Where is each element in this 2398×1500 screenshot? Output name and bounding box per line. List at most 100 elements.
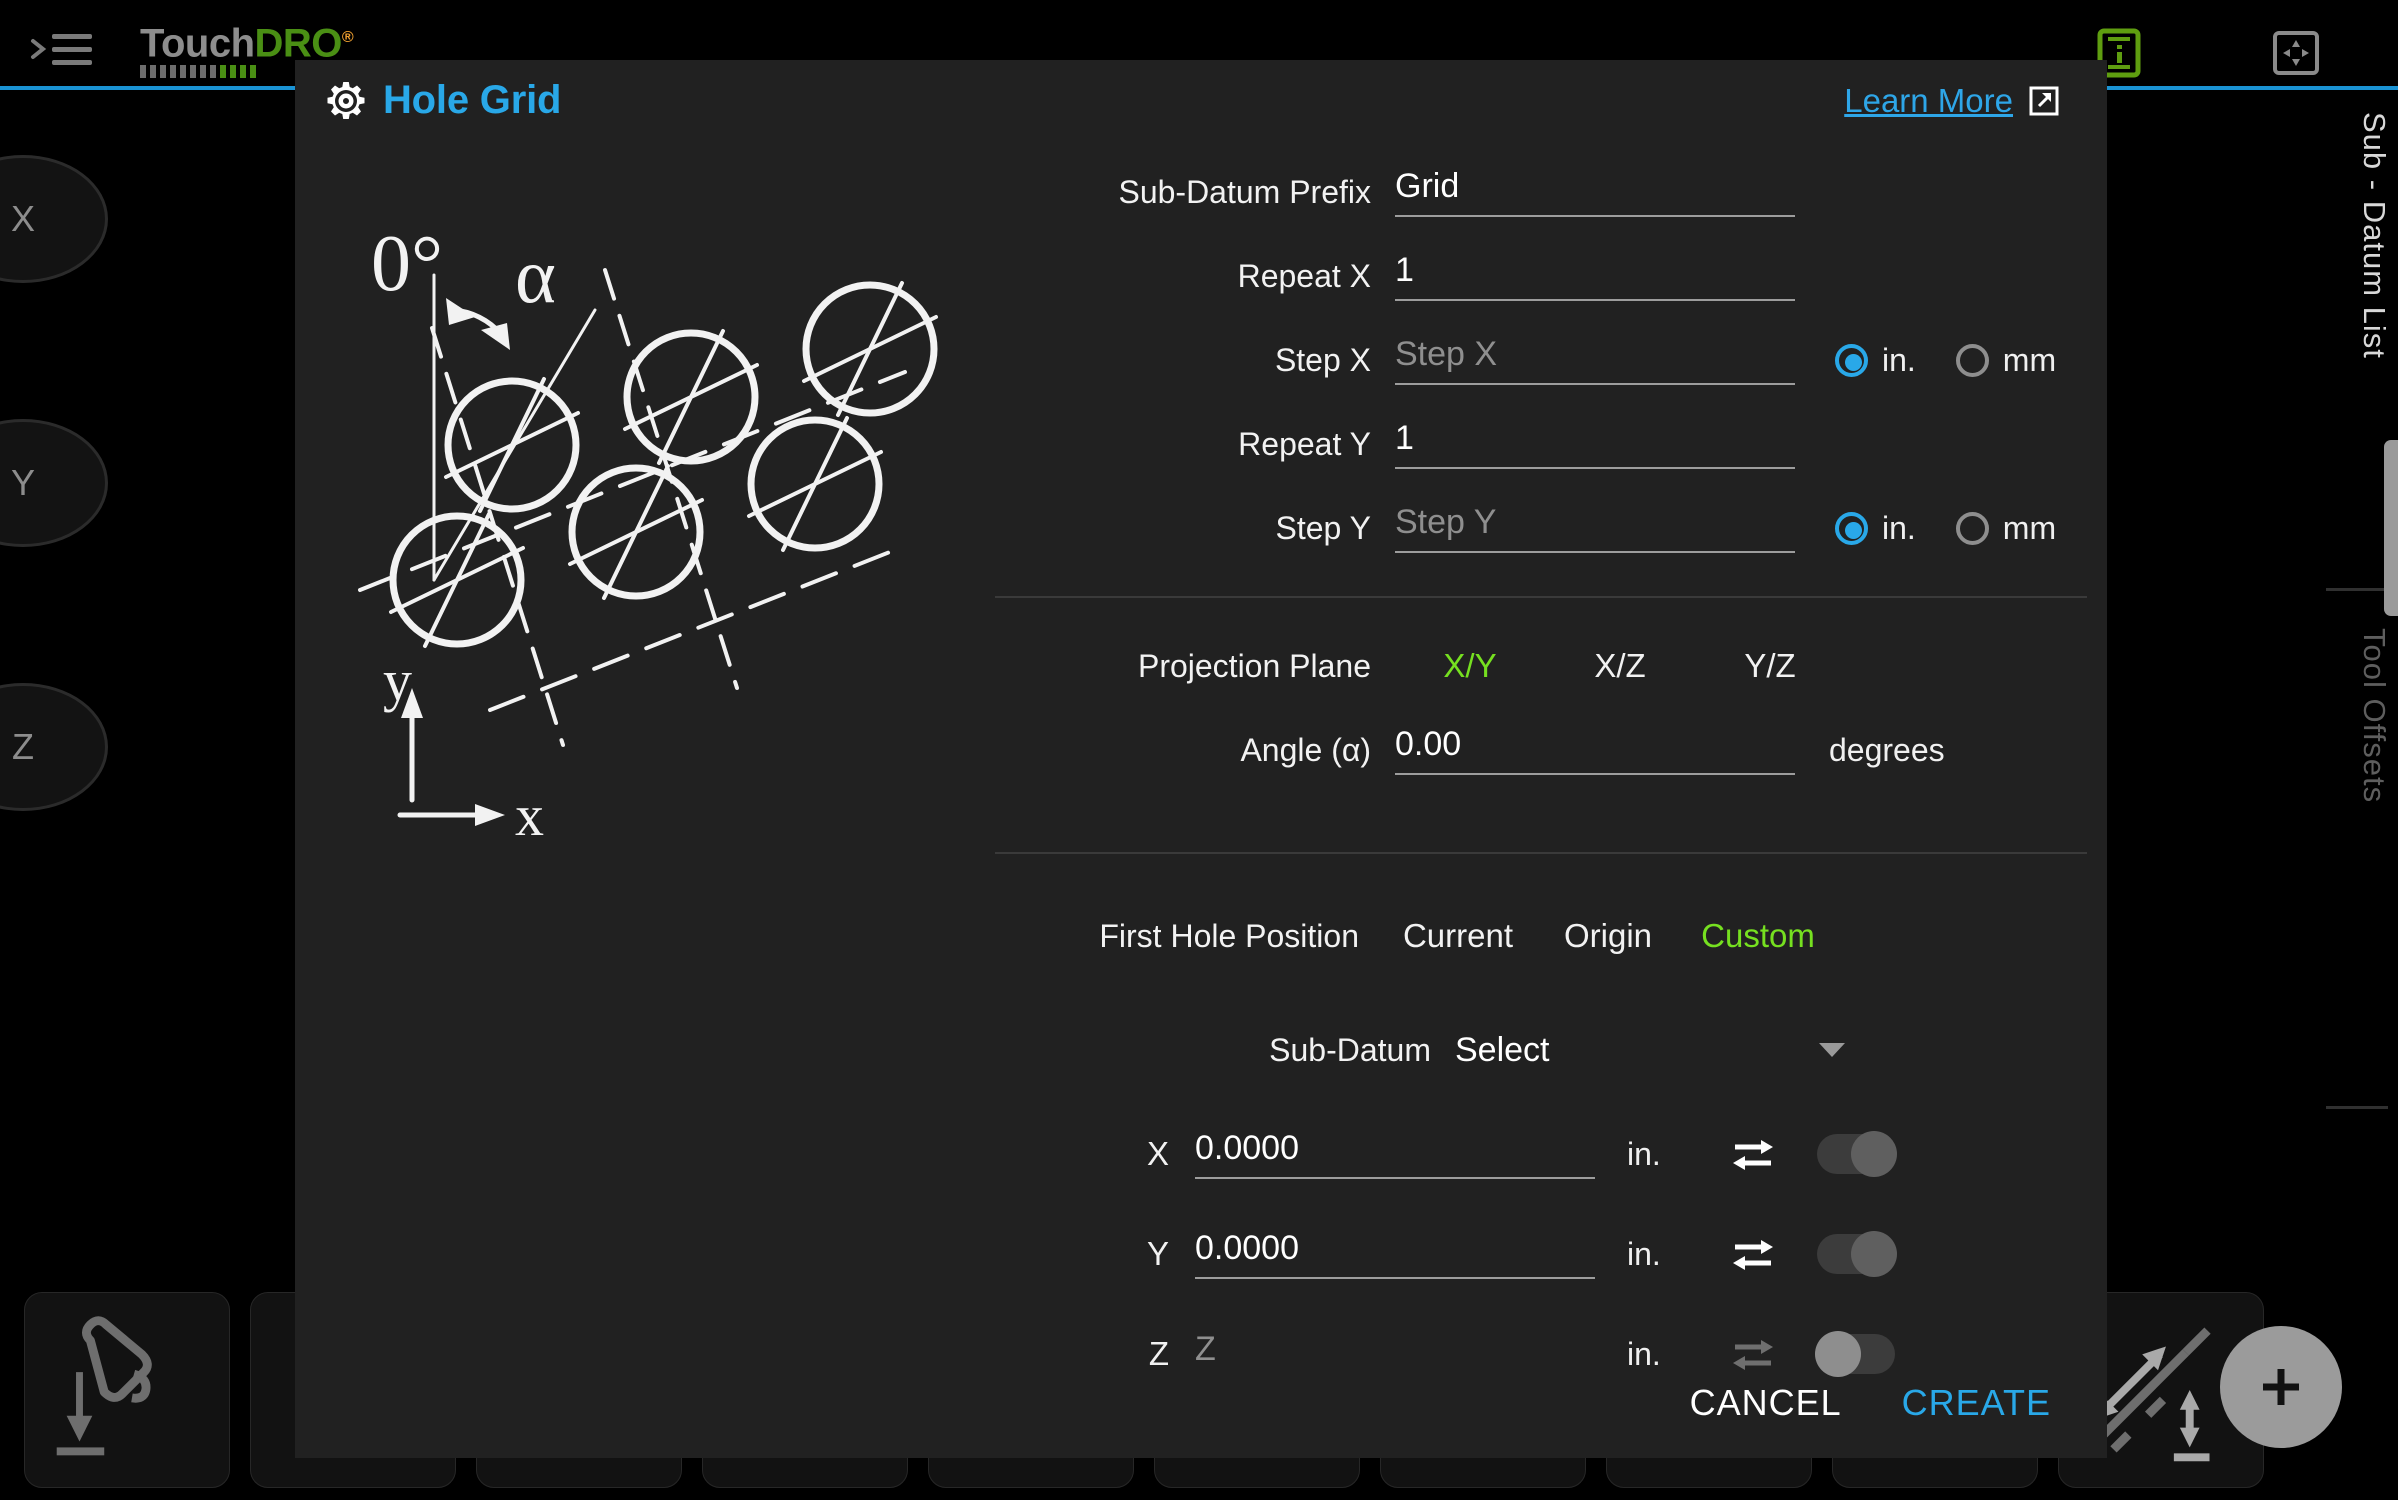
underline (1395, 773, 1795, 775)
radio-inch-step-x[interactable] (1835, 343, 1868, 377)
field-row-projection-plane: Projection Plane X/Y X/Z Y/Z (995, 624, 2075, 708)
input-coord-z[interactable]: Z (1195, 1330, 1595, 1378)
toolbar-button-tool-probe[interactable] (24, 1292, 230, 1488)
dropdown-sub-datum[interactable]: Select (1455, 1031, 1845, 1070)
segment-projection-xz[interactable]: X/Z (1545, 647, 1695, 685)
logo-touch: Touch (140, 21, 255, 66)
field-row-sub-datum: Sub-Datum Select (995, 1008, 2075, 1092)
dialog-title-group: Hole Grid (325, 78, 561, 123)
underline (1395, 551, 1795, 553)
unit-coord-z: in. (1627, 1335, 1661, 1372)
side-tab-sub-datum-list[interactable]: Sub - Datum List (2356, 112, 2392, 359)
label-repeat-x: Repeat X (1237, 257, 1371, 294)
segment-projection-xy[interactable]: X/Y (1395, 647, 1545, 685)
value-sub-datum-prefix: Grid (1395, 167, 1460, 205)
axis-button-y[interactable]: Y (0, 419, 108, 547)
create-button[interactable]: CREATE (1902, 1382, 2051, 1424)
unit-radio-group-step-y: in. mm (1835, 510, 2056, 547)
side-tab-divider (2326, 588, 2388, 591)
unit-radio-group-step-x: in. mm (1835, 342, 2056, 379)
underline (1395, 383, 1795, 385)
field-row-angle: Angle (α) 0.00 degrees (995, 708, 2075, 792)
label-projection-plane: Projection Plane (1137, 647, 1371, 684)
segment-projection-yz[interactable]: Y/Z (1695, 647, 1845, 685)
toggle-coord-y[interactable] (1817, 1231, 1897, 1277)
value-repeat-y: 1 (1395, 419, 1414, 457)
swap-arrows-icon-y[interactable] (1731, 1235, 1775, 1273)
segment-first-hole-origin[interactable]: Origin (1533, 917, 1683, 955)
label-coord-z: Z (1148, 1335, 1169, 1372)
label-inch-step-x: in. (1882, 341, 1916, 378)
section-divider (995, 852, 2087, 854)
label-sub-datum: Sub-Datum (1269, 1031, 1431, 1068)
field-row-prefix: Sub-Datum Prefix Grid (995, 150, 2075, 234)
underline (1195, 1177, 1595, 1179)
label-angle: Angle (α) (1240, 731, 1371, 768)
swap-arrows-icon-z (1733, 1340, 1773, 1370)
learn-more-link[interactable]: Learn More (1844, 82, 2059, 120)
hole-grid-form: Sub-Datum Prefix Grid Repeat X 1 Step X … (995, 150, 2087, 1404)
placeholder-coord-z: Z (1195, 1330, 1216, 1368)
segmented-first-hole-position: Current Origin Custom (1383, 917, 1833, 955)
dialog-title: Hole Grid (383, 78, 562, 122)
add-fab-button[interactable] (2220, 1326, 2342, 1448)
input-step-y[interactable]: Step Y (1395, 503, 1795, 553)
input-repeat-y[interactable]: 1 (1395, 419, 1795, 469)
label-sub-datum-prefix: Sub-Datum Prefix (1118, 173, 1371, 210)
fullscreen-icon[interactable] (2272, 30, 2320, 76)
segment-first-hole-current[interactable]: Current (1383, 917, 1533, 955)
unit-coord-x: in. (1627, 1135, 1661, 1172)
toggle-coord-x[interactable] (1817, 1131, 1897, 1177)
value-sub-datum: Select (1455, 1030, 1550, 1069)
hole-grid-dialog: Hole Grid Learn More 0° α y x Sub-Datum … (295, 60, 2107, 1458)
gear-icon (327, 81, 365, 119)
input-step-x[interactable]: Step X (1395, 335, 1795, 385)
value-repeat-x: 1 (1395, 251, 1414, 289)
axis-button-z[interactable]: Z (0, 683, 108, 811)
input-coord-x[interactable]: 0.0000 (1195, 1129, 1595, 1179)
label-inch-step-y: in. (1882, 509, 1916, 546)
app-root: TouchDRO® X Y Z Sub - Datum List Tool Of… (0, 0, 2398, 1500)
input-angle[interactable]: 0.00 (1395, 725, 1795, 775)
underline (1395, 299, 1795, 301)
label-repeat-y: Repeat Y (1238, 425, 1371, 462)
radio-inch-step-y[interactable] (1835, 511, 1868, 545)
hole-grid-illustration: 0° α y x (305, 180, 985, 880)
cancel-button[interactable]: CANCEL (1690, 1382, 1842, 1424)
field-row-first-hole-position: First Hole Position Current Origin Custo… (995, 894, 2075, 978)
input-coord-y[interactable]: 0.0000 (1195, 1229, 1595, 1279)
coord-row-x: X 0.0000 in. (995, 1104, 2075, 1204)
x-axis-label: x (515, 783, 544, 848)
logo-registered: ® (341, 29, 354, 46)
external-link-icon (2029, 86, 2059, 116)
learn-more-label: Learn More (1844, 82, 2013, 119)
underline (1395, 467, 1795, 469)
segmented-projection-plane: X/Y X/Z Y/Z (1395, 647, 1845, 685)
radio-mm-step-x[interactable] (1955, 343, 1989, 377)
side-tab-tool-offsets[interactable]: Tool Offsets (2356, 628, 2392, 803)
placeholder-step-x: Step X (1395, 335, 1498, 373)
label-first-hole-position: First Hole Position (1099, 917, 1359, 954)
segment-first-hole-custom[interactable]: Custom (1683, 917, 1833, 955)
dialog-actions: CANCEL CREATE (1690, 1382, 2051, 1424)
hamburger-menu-icon[interactable] (30, 28, 108, 72)
side-scroll-handle[interactable] (2384, 440, 2398, 616)
label-angle-unit: degrees (1829, 731, 1945, 768)
angle-zero-label: 0° (371, 220, 443, 308)
tool-touch-off-icon (56, 1316, 152, 1456)
label-step-y: Step Y (1275, 509, 1371, 546)
alpha-label: α (515, 232, 556, 319)
field-row-repeat-x: Repeat X 1 (995, 234, 2075, 318)
plus-icon (2263, 1369, 2299, 1405)
unit-coord-y: in. (1627, 1235, 1661, 1272)
field-row-step-x: Step X Step X in. mm (995, 318, 2075, 402)
input-sub-datum-prefix[interactable]: Grid (1395, 167, 1795, 217)
axis-button-x[interactable]: X (0, 155, 108, 283)
input-repeat-x[interactable]: 1 (1395, 251, 1795, 301)
label-coord-x: X (1146, 1135, 1169, 1172)
swap-arrows-icon-x[interactable] (1731, 1135, 1775, 1173)
radio-mm-step-y[interactable] (1955, 511, 1989, 545)
y-axis-label: y (383, 648, 412, 713)
coord-row-y: Y 0.0000 in. (995, 1204, 2075, 1304)
toggle-coord-z[interactable] (1815, 1331, 1895, 1377)
